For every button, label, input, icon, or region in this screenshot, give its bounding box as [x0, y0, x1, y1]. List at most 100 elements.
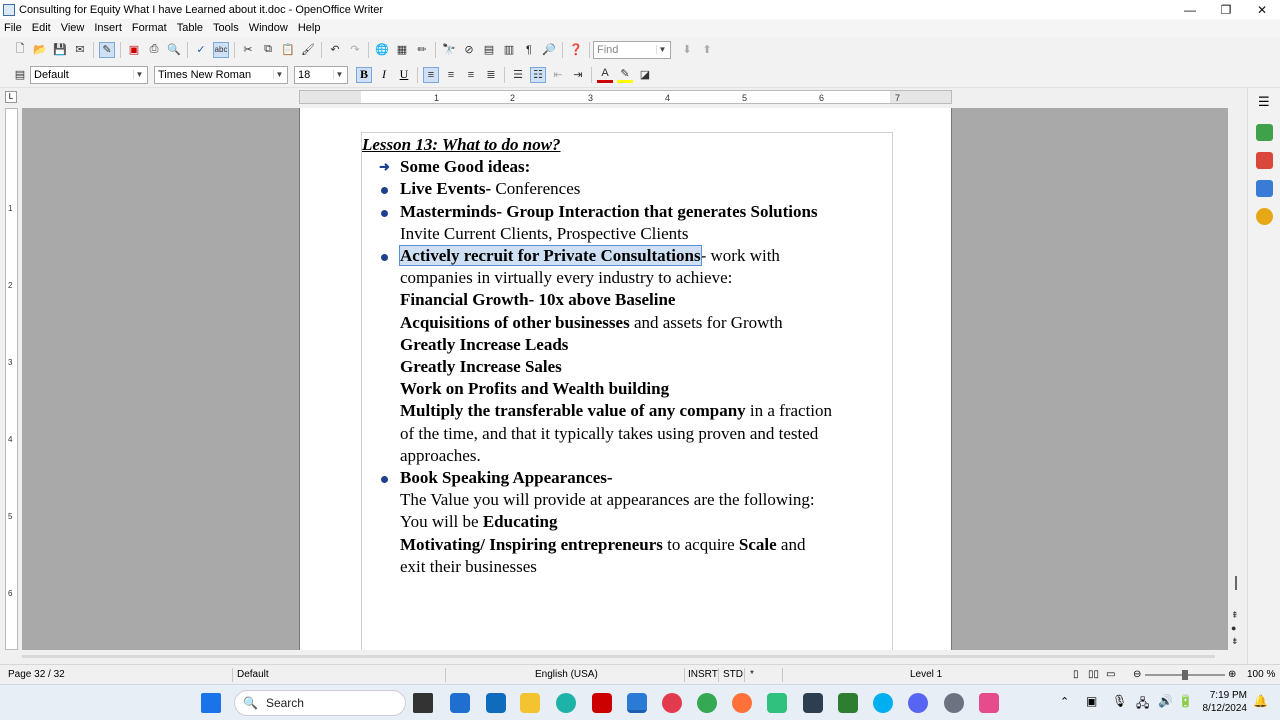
font-name-select[interactable]: Times New Roman ▼: [154, 65, 288, 84]
sidebar-menu-icon[interactable]: ☰: [1258, 94, 1270, 110]
font-color-icon[interactable]: A: [597, 67, 613, 83]
language[interactable]: English (USA): [535, 669, 598, 680]
zoom-level[interactable]: 100 %: [1247, 669, 1275, 680]
find-input[interactable]: Find ▼: [593, 40, 671, 59]
tray-app-icon[interactable]: ▣: [1086, 694, 1097, 708]
find-replace-icon[interactable]: 🔭: [441, 42, 457, 58]
edge-browser-icon[interactable]: [556, 693, 576, 713]
highlighting-icon[interactable]: ✎: [617, 67, 633, 83]
underline-button[interactable]: U: [396, 67, 412, 83]
print-preview-icon[interactable]: 🔍: [166, 42, 182, 58]
scrollbar-track[interactable]: [22, 655, 1215, 658]
navigator-icon[interactable]: ⊘: [461, 42, 477, 58]
notification-bell-icon[interactable]: 🔔: [1253, 694, 1268, 708]
menu-view[interactable]: View: [61, 22, 85, 34]
taskbar-search[interactable]: 🔍 Search: [234, 690, 406, 716]
menu-window[interactable]: Window: [249, 22, 288, 34]
horizontal-ruler[interactable]: 1 2 3 4 5 6 7: [299, 90, 952, 104]
edit-mode-icon[interactable]: ✎: [99, 41, 115, 58]
background-color-icon[interactable]: ◪: [637, 67, 653, 83]
tab-stop-type-icon[interactable]: L: [5, 91, 17, 103]
file-explorer-icon[interactable]: [520, 693, 540, 713]
align-center-icon[interactable]: ≡: [443, 67, 459, 83]
increase-indent-icon[interactable]: ⇥: [570, 67, 586, 83]
openoffice-writer-icon[interactable]: [627, 693, 647, 713]
menu-insert[interactable]: Insert: [94, 22, 122, 34]
selected-text[interactable]: Actively recruit for Private Consultatio…: [399, 245, 702, 267]
export-pdf-icon[interactable]: ▣: [126, 42, 142, 58]
close-button[interactable]: ✕: [1244, 0, 1280, 19]
menu-tools[interactable]: Tools: [213, 22, 239, 34]
task-view-icon[interactable]: [413, 693, 433, 713]
skype-icon[interactable]: [873, 693, 893, 713]
discord-icon[interactable]: [908, 693, 928, 713]
snipping-tool-icon[interactable]: [979, 693, 999, 713]
minimize-button[interactable]: —: [1172, 0, 1208, 19]
page-indicator[interactable]: Page 32 / 32: [8, 669, 65, 680]
email-icon[interactable]: ✉: [72, 42, 88, 58]
acrobat-icon[interactable]: [592, 693, 612, 713]
auto-spellcheck-icon[interactable]: abc: [213, 41, 229, 58]
vertical-scrollbar[interactable]: ⇞ ● ⇟: [1228, 108, 1244, 650]
zoom-icon[interactable]: 🔎: [541, 42, 557, 58]
chevron-down-icon[interactable]: ▼: [656, 45, 668, 54]
selection-mode[interactable]: STD: [723, 669, 743, 680]
book-view-icon[interactable]: ▭: [1106, 669, 1115, 680]
horizontal-scrollbar[interactable]: [0, 650, 1247, 664]
navigation-icon[interactable]: ●: [1231, 623, 1236, 633]
font-size-select[interactable]: 18 ▼: [294, 65, 348, 84]
chatgpt-icon[interactable]: [767, 693, 787, 713]
microsoft-store-icon[interactable]: [450, 693, 470, 713]
outlook-icon[interactable]: [486, 693, 506, 713]
gallery-icon[interactable]: [1256, 180, 1273, 197]
bold-button[interactable]: B: [356, 66, 372, 83]
spreadsheet-app-icon[interactable]: [838, 693, 858, 713]
scrollbar-thumb[interactable]: [1235, 576, 1237, 590]
menu-edit[interactable]: Edit: [32, 22, 51, 34]
chrome-icon[interactable]: [697, 693, 717, 713]
network-icon[interactable]: 🖧: [1136, 694, 1149, 715]
cut-icon[interactable]: ✂: [240, 42, 256, 58]
previous-page-icon[interactable]: ⇞: [1231, 610, 1239, 621]
document-page[interactable]: Lesson 13: What to do now? ➜ Some Good i…: [299, 108, 952, 652]
format-paintbrush-icon[interactable]: 🖌: [300, 42, 316, 58]
chevron-down-icon[interactable]: ▼: [273, 70, 285, 79]
italic-button[interactable]: I: [376, 67, 392, 83]
paragraph-style-select[interactable]: Default ▼: [30, 65, 148, 84]
menu-format[interactable]: Format: [132, 22, 167, 34]
zoom-in-icon[interactable]: ⊕: [1228, 669, 1236, 680]
properties-icon[interactable]: [1256, 124, 1273, 141]
justify-icon[interactable]: ≣: [483, 67, 499, 83]
hyperlink-icon[interactable]: 🌐: [374, 42, 390, 58]
microphone-icon[interactable]: 🎙: [1112, 694, 1127, 708]
chevron-up-icon[interactable]: ⌃: [1060, 695, 1069, 708]
windows-start-icon[interactable]: [201, 693, 221, 713]
single-page-view-icon[interactable]: ▯: [1073, 669, 1079, 680]
camera-app-icon[interactable]: [662, 693, 682, 713]
maximize-button[interactable]: ❐: [1208, 0, 1244, 19]
menu-help[interactable]: Help: [298, 22, 321, 34]
settings-gear-icon[interactable]: [944, 693, 964, 713]
firefox-icon[interactable]: [732, 693, 752, 713]
formatting-marks-icon[interactable]: ¶: [521, 42, 537, 58]
new-document-icon[interactable]: 🗋: [12, 42, 28, 58]
styles-formatting-icon[interactable]: ▤: [12, 67, 28, 83]
navigator-icon[interactable]: [1256, 208, 1273, 225]
zoom-slider-handle[interactable]: [1182, 670, 1188, 680]
chevron-down-icon[interactable]: ▼: [133, 70, 145, 79]
find-previous-icon[interactable]: ⬆: [699, 42, 715, 58]
battery-icon[interactable]: 🔋: [1178, 694, 1193, 708]
align-right-icon[interactable]: ≡: [463, 67, 479, 83]
save-icon[interactable]: 💾: [52, 42, 68, 58]
gallery-icon[interactable]: ▤: [481, 42, 497, 58]
zoom-out-icon[interactable]: ⊖: [1133, 669, 1141, 680]
next-page-icon[interactable]: ⇟: [1231, 636, 1239, 647]
page-style[interactable]: Default: [237, 669, 269, 680]
align-left-icon[interactable]: ≡: [423, 66, 439, 83]
document-body[interactable]: Lesson 13: What to do now? ➜ Some Good i…: [362, 134, 892, 578]
copy-icon[interactable]: ⧉: [260, 42, 276, 58]
menu-table[interactable]: Table: [177, 22, 203, 34]
paste-icon[interactable]: 📋: [280, 42, 296, 58]
insert-mode[interactable]: INSRT: [688, 669, 718, 680]
print-icon[interactable]: ⎙: [146, 42, 162, 58]
